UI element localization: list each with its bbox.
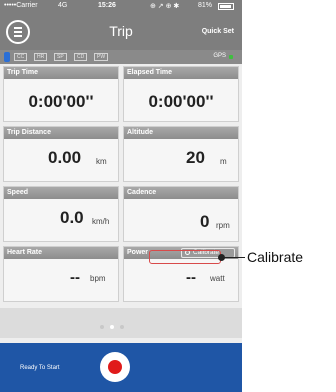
carrier-label: •••••Carrier [4,2,38,9]
trip-time-value: 0:00'00'' [28,92,94,111]
calibrate-highlight [149,250,221,264]
record-button[interactable] [100,352,130,382]
sensor-chip-hr: HR [34,53,48,61]
bottom-bar: Ready To Start [0,343,242,392]
speed-cell: Speed 0.0 km/h [3,186,119,242]
gps-signal-icon [229,55,233,59]
heart-rate-unit: bpm [90,274,106,283]
status-icons: ⊕ ↗ ⊕ ✱ [150,3,180,10]
gps-label: GPS [213,53,226,59]
heart-rate-value: -- [70,269,80,286]
trip-distance-value: 0.00 [48,148,82,167]
altitude-label: Altitude [124,127,238,139]
bluetooth-icon [4,52,10,62]
cadence-label: Cadence [124,187,238,199]
clock: 15:26 [98,2,116,9]
speed-value: 0.0 [60,208,84,227]
battery-icon [218,3,234,10]
pager-area [0,308,242,338]
ready-status: Ready To Start [20,365,60,371]
trip-time-cell: Trip Time 0:00'00'' [3,66,119,122]
trip-distance-cell: Trip Distance 0.00 km [3,126,119,182]
page-indicator-dot[interactable] [120,325,124,329]
heart-rate-label: Heart Rate [4,247,118,259]
power-unit: watt [210,274,225,283]
power-value: -- [186,269,196,286]
cadence-cell: Cadence 0 rpm [123,186,239,242]
sensor-chip-cd: CD [74,53,88,61]
speed-unit: km/h [92,217,110,226]
heart-rate-cell: Heart Rate -- bpm [3,246,119,302]
callout-dot [218,254,225,261]
phone-screen: •••••Carrier 4G 15:26 ⊕ ↗ ⊕ ✱ 81% Trip Q… [0,0,242,392]
cadence-unit: rpm [216,221,230,230]
elapsed-time-label: Elapsed Time [124,67,238,79]
trip-distance-label: Trip Distance [4,127,118,139]
battery-percent: 81% [198,2,213,9]
speed-label: Speed [4,187,118,199]
sensor-chip-cc: CC [14,53,28,61]
page-indicator-dot-active[interactable] [110,325,114,329]
sensor-chip-pw: PW [94,53,109,61]
page-indicator-dot[interactable] [100,325,104,329]
network-type: 4G [58,2,68,9]
nav-bar: Trip Quick Set [0,14,242,50]
quick-set-button[interactable]: Quick Set [202,28,234,35]
altitude-cell: Altitude 20 m [123,126,239,182]
callout-label: Calibrate [247,249,304,265]
elapsed-time-value: 0:00'00'' [148,92,214,111]
sensor-status-bar: CC HR SP CD PW GPS [0,50,242,64]
trip-distance-unit: km [96,157,107,166]
trip-time-label: Trip Time [4,67,118,79]
altitude-unit: m [220,157,227,166]
altitude-value: 20 [186,148,205,167]
sensor-chip-sp: SP [54,53,67,61]
status-bar: •••••Carrier 4G 15:26 ⊕ ↗ ⊕ ✱ 81% [0,0,242,14]
elapsed-time-cell: Elapsed Time 0:00'00'' [123,66,239,122]
cadence-value: 0 [200,212,210,231]
